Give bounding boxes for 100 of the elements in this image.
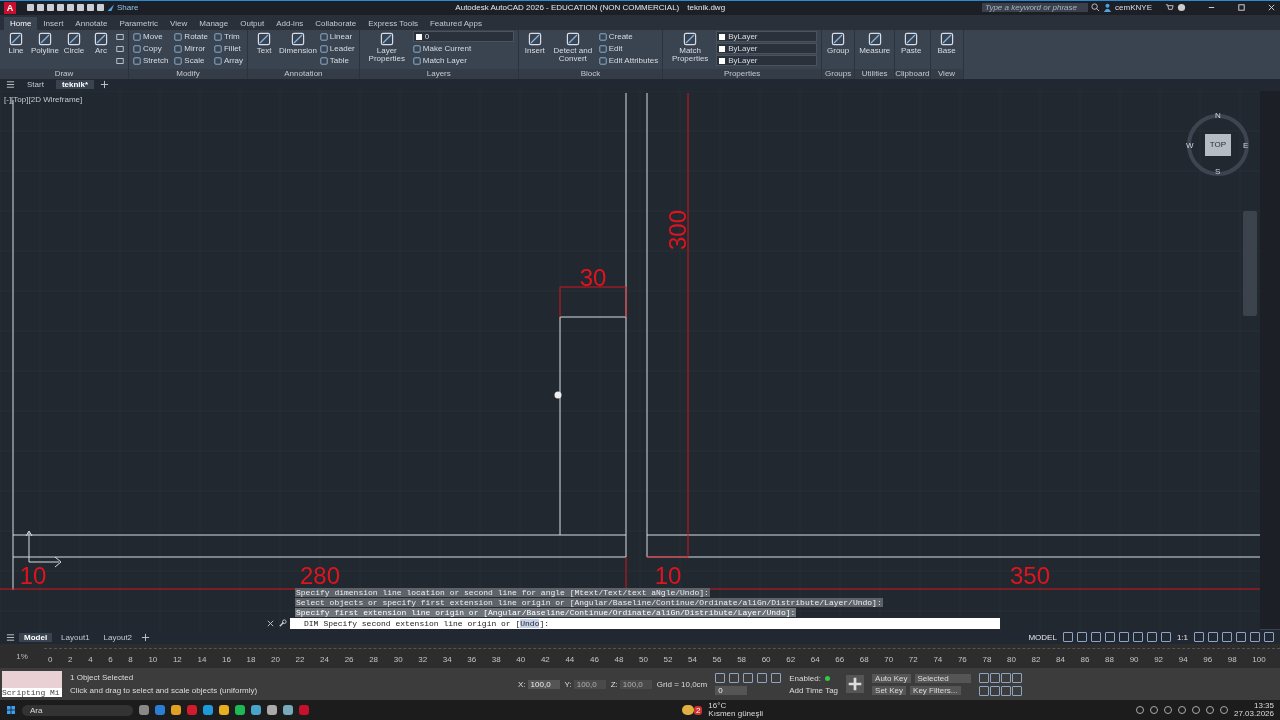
ribbon-tool-button[interactable]: Detect and Convert <box>549 30 596 63</box>
ribbon-tab[interactable]: Express Tools <box>362 16 424 30</box>
weather-icon[interactable] <box>681 705 694 716</box>
property-dropdown[interactable]: ByLayer <box>716 31 818 43</box>
ribbon-tool-button[interactable]: Stretch <box>133 56 169 66</box>
ribbon-tool-button[interactable]: Array <box>213 56 244 66</box>
panel-title[interactable]: Clipboard <box>895 69 930 79</box>
app-icon[interactable] <box>283 705 293 716</box>
property-dropdown[interactable]: ByLayer <box>716 43 818 55</box>
status-toggle-button[interactable] <box>1146 632 1157 643</box>
share-button[interactable]: Share <box>117 3 139 13</box>
viewcube-face[interactable]: TOP <box>1205 133 1231 156</box>
ribbon-tool-button[interactable]: Paste <box>899 30 924 55</box>
app-icon[interactable] <box>219 705 229 716</box>
status-toggle-button[interactable] <box>1132 632 1143 643</box>
ribbon-tool-button[interactable]: Copy <box>133 44 169 54</box>
ribbon-tab[interactable]: Annotate <box>69 16 114 30</box>
ribbon-tool-button[interactable]: Mirror <box>174 44 208 54</box>
panel-title[interactable]: Block <box>580 69 601 79</box>
ribbon-tool-button[interactable]: Move <box>133 32 169 42</box>
panel-title[interactable]: Layers <box>426 69 451 79</box>
ribbon-tool-button[interactable]: Table <box>319 56 355 66</box>
ribbon-tool-button[interactable]: Line <box>4 30 28 55</box>
annotation-scale-button[interactable]: 1:1 <box>1174 632 1190 642</box>
ribbon-tool-button[interactable]: Scale <box>174 56 208 66</box>
property-dropdown[interactable]: 0 <box>412 31 514 43</box>
search-icon[interactable] <box>1091 3 1101 13</box>
ribbon-tool-button[interactable]: Match Properties <box>667 30 714 63</box>
file-tab[interactable]: teknik* <box>55 80 95 90</box>
app-icon[interactable] <box>267 705 277 716</box>
status-toggle-button[interactable] <box>1222 632 1232 643</box>
view-tool-button[interactable] <box>978 685 989 696</box>
status-toggle-button[interactable] <box>1264 632 1274 643</box>
status-toggle-button[interactable] <box>1076 632 1087 643</box>
cart-icon[interactable] <box>1165 3 1174 13</box>
ribbon-tool-button[interactable]: Fillet <box>213 44 244 54</box>
viewport-label[interactable]: [-][Top][2D Wireframe] <box>4 94 83 104</box>
ribbon-tab[interactable]: Featured Apps <box>423 16 488 30</box>
status-toggle-button[interactable] <box>1160 632 1171 643</box>
app-icon[interactable] <box>203 705 213 716</box>
ribbon-tool-button[interactable]: Polyline <box>31 30 59 55</box>
view-tool-button[interactable] <box>989 672 1000 683</box>
ribbon-tool-button[interactable]: Create <box>598 32 659 42</box>
ribbon-tab[interactable]: View <box>164 16 194 30</box>
status-toggle-button[interactable] <box>1104 632 1115 643</box>
layout-tab[interactable]: Layout2 <box>98 632 138 642</box>
file-tab[interactable]: Start <box>21 80 50 90</box>
ribbon-tool-button[interactable]: Linear <box>319 32 355 42</box>
ribbon-tool-button[interactable]: Dimension <box>279 30 317 55</box>
ribbon-tab[interactable]: Parametric <box>113 16 165 30</box>
ribbon-tool-button[interactable]: Match Layer <box>412 56 514 66</box>
view-tool-button[interactable] <box>1011 685 1022 696</box>
ribbon-tab[interactable]: Manage <box>193 16 235 30</box>
app-icon[interactable] <box>251 705 261 716</box>
ribbon-tab[interactable]: Home <box>4 16 38 30</box>
auto-key-button[interactable]: Auto Key <box>872 673 911 683</box>
key-filters-button[interactable]: Key Filters... <box>910 685 961 695</box>
ribbon-tool-button[interactable]: Measure <box>859 30 891 55</box>
status-toggle-button[interactable] <box>1062 632 1073 643</box>
layout-tab[interactable]: Model <box>19 632 53 642</box>
playback-button[interactable] <box>771 673 782 684</box>
thumbnail-preview[interactable]: Scripting Mi <box>2 671 62 698</box>
ribbon-tool-button[interactable]: Layer Properties <box>363 30 410 63</box>
close-icon[interactable] <box>1267 3 1276 13</box>
layout-tab[interactable]: Layout1 <box>56 632 95 642</box>
playback-button[interactable] <box>729 673 740 684</box>
user-name[interactable]: cemKNYE <box>1115 3 1152 13</box>
playback-button[interactable] <box>715 673 726 684</box>
status-toggle-button[interactable] <box>1194 632 1204 643</box>
playback-button[interactable] <box>743 673 754 684</box>
view-tool-button[interactable] <box>989 685 1000 696</box>
property-dropdown[interactable]: ByLayer <box>716 55 818 67</box>
ribbon-tool-button[interactable]: Group <box>826 30 851 55</box>
add-tab-icon[interactable] <box>100 80 110 90</box>
model-space-button[interactable]: MODEL <box>1026 632 1059 642</box>
ribbon-tool-button[interactable]: Base <box>934 30 959 55</box>
ribbon-tab[interactable]: Insert <box>37 16 70 30</box>
status-toggle-button[interactable] <box>1118 632 1129 643</box>
view-tool-button[interactable] <box>978 672 989 683</box>
set-key-button[interactable]: Set Key <box>872 685 907 695</box>
view-tool-button[interactable] <box>1000 672 1011 683</box>
taskbar-search-field[interactable]: Ara <box>22 704 133 716</box>
coordinate-field[interactable]: 100,0 <box>527 679 560 689</box>
ribbon-tool-button[interactable]: Edit <box>598 44 659 54</box>
add-key-icon[interactable] <box>846 675 865 694</box>
status-toggle-button[interactable] <box>1250 632 1260 643</box>
ribbon-tool-button[interactable]: Leader <box>319 44 355 54</box>
ribbon-tool-button[interactable]: Insert <box>522 30 547 55</box>
enabled-indicator[interactable] <box>824 675 830 681</box>
start-icon[interactable] <box>6 705 16 716</box>
wrench-icon[interactable] <box>278 618 287 628</box>
maximize-icon[interactable] <box>1237 3 1246 13</box>
key-mode-dropdown[interactable]: Selected <box>914 673 971 683</box>
user-icon[interactable] <box>1103 3 1113 13</box>
app-icon[interactable] <box>155 705 165 716</box>
panel-title[interactable]: Modify <box>176 69 200 79</box>
panel-title[interactable]: Draw <box>54 69 74 79</box>
time-field[interactable]: 0 <box>715 686 748 696</box>
menu-icon[interactable] <box>6 632 15 642</box>
add-tab-icon[interactable] <box>141 632 151 642</box>
